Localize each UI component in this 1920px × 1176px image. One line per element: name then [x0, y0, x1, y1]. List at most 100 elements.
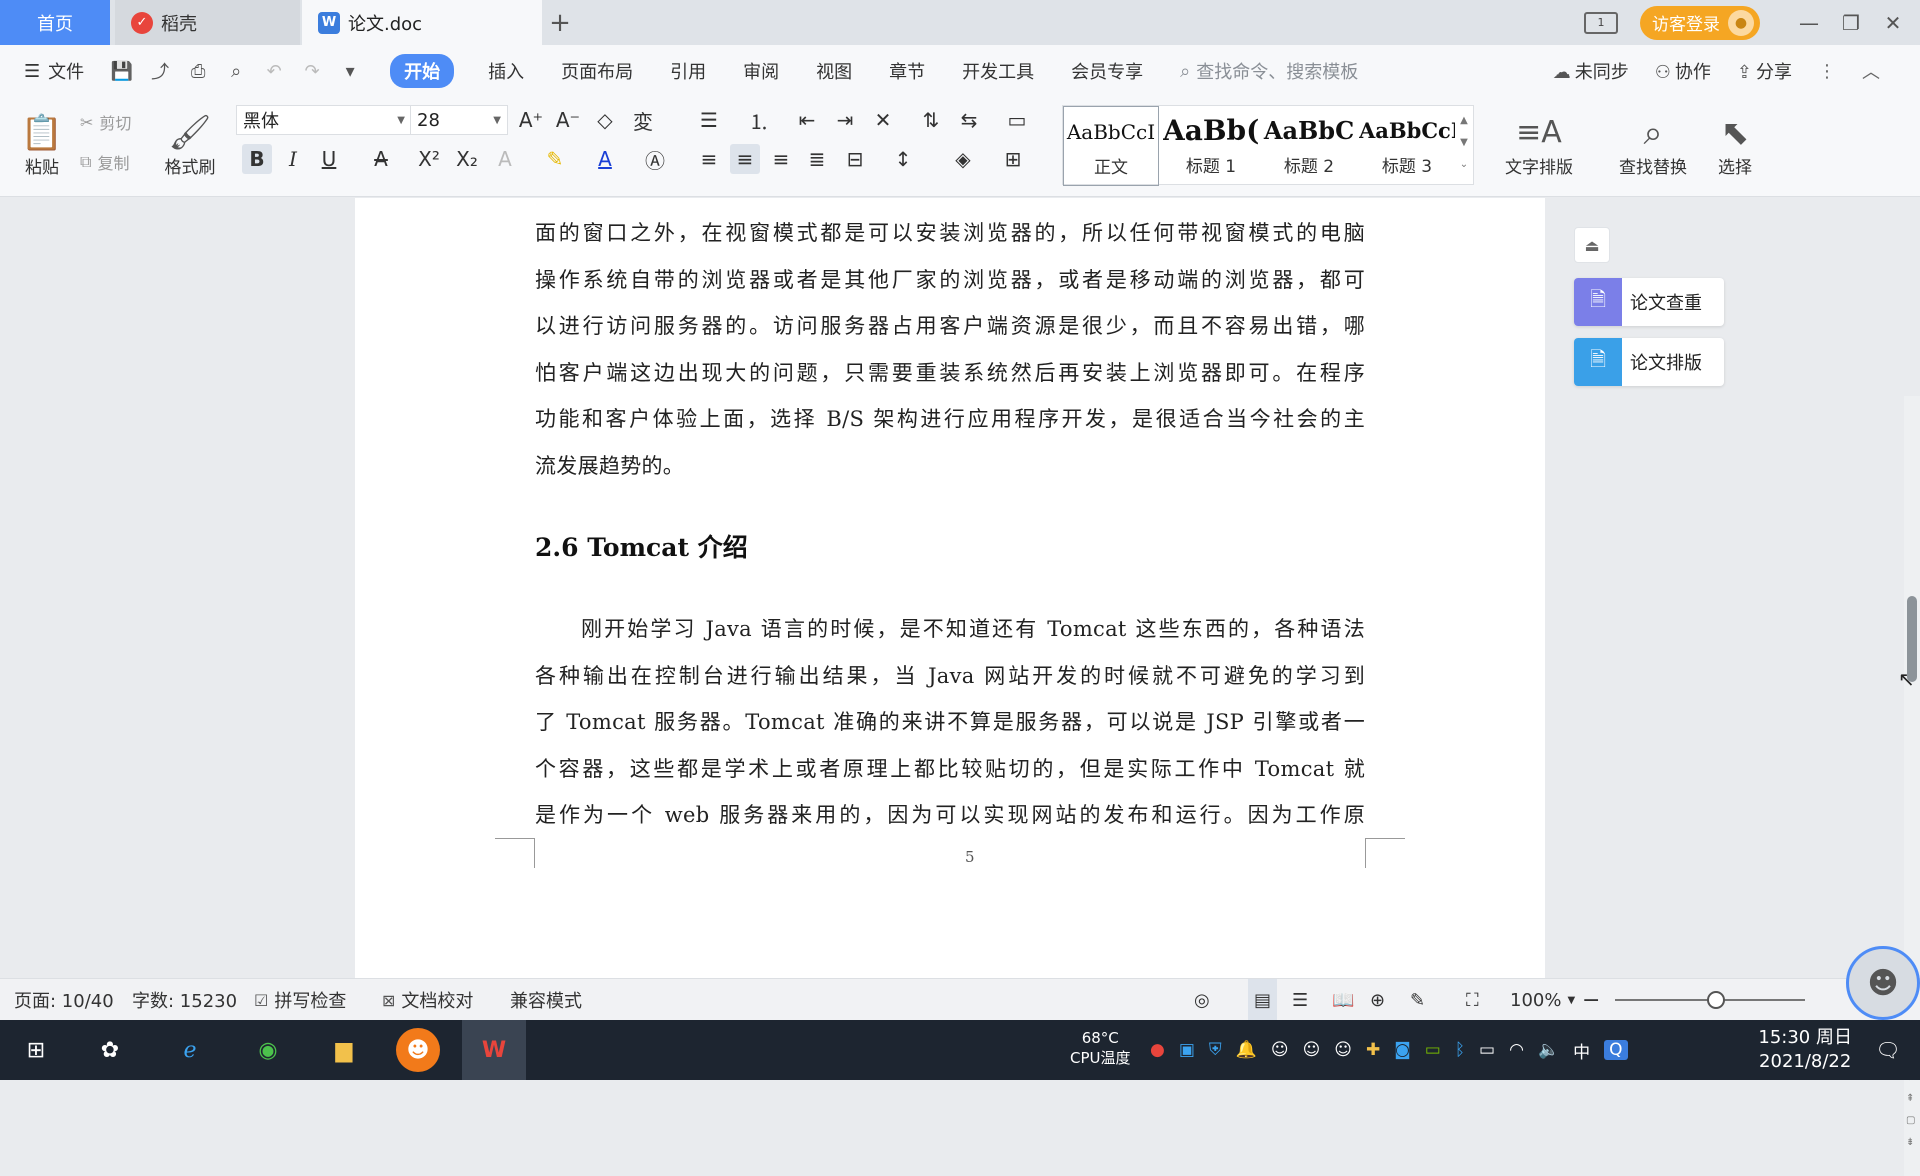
font-color-icon[interactable]: A: [590, 144, 620, 174]
collaborate-button[interactable]: ⚇ 协作: [1655, 58, 1711, 84]
output-icon[interactable]: ⤴: [148, 59, 172, 83]
wps-taskbar-icon[interactable]: W: [462, 1020, 526, 1080]
paper-layout-button[interactable]: 🗎 论文排版: [1574, 338, 1724, 386]
menu-developer[interactable]: 开发工具: [962, 58, 1034, 84]
paste-button[interactable]: 📋 粘贴: [14, 105, 70, 185]
strikethrough-button[interactable]: A: [366, 144, 396, 174]
ruler-icon[interactable]: ▭: [1002, 105, 1032, 135]
tab-daoke[interactable]: ✓ 稻壳: [115, 0, 300, 45]
reading-view-icon[interactable]: 📖: [1332, 979, 1354, 1021]
eye-protect-icon[interactable]: ◎: [1194, 979, 1210, 1021]
menu-member[interactable]: 会员专享: [1071, 58, 1143, 84]
tab-home[interactable]: 首页: [0, 0, 110, 45]
style-heading-1[interactable]: AaBb( 标题 1: [1163, 106, 1259, 186]
media-app-icon[interactable]: ☻: [396, 1028, 440, 1072]
align-left-icon[interactable]: ≡: [694, 144, 724, 174]
tray-app-icon[interactable]: ◙: [1394, 1040, 1411, 1060]
find-replace-button[interactable]: ⌕ 查找替换: [1608, 105, 1698, 185]
align-center-icon[interactable]: ≡: [730, 144, 760, 174]
redo-icon[interactable]: ↷: [300, 59, 324, 83]
sync-button[interactable]: ☁ 未同步: [1553, 58, 1629, 84]
cut-button[interactable]: ✂ 剪切: [80, 109, 131, 135]
align-right-icon[interactable]: ≡: [766, 144, 796, 174]
decrease-indent-icon[interactable]: ⇤: [792, 105, 822, 135]
style-heading-3[interactable]: AaBbCcI 标题 3: [1359, 106, 1455, 186]
command-search[interactable]: ⌕ 查找命令、搜索模板: [1180, 58, 1358, 84]
grow-font-icon[interactable]: A⁺: [516, 105, 546, 135]
page-view-icon[interactable]: ▤: [1248, 979, 1278, 1021]
minimize-icon[interactable]: —: [1788, 11, 1830, 35]
char-border-icon[interactable]: Ⓐ: [640, 144, 670, 174]
zoom-slider-knob[interactable]: [1707, 991, 1725, 1009]
format-painter-button[interactable]: 🖌 格式刷: [160, 105, 220, 185]
tray-app-icon[interactable]: ●: [1150, 1040, 1165, 1060]
menu-insert[interactable]: 插入: [488, 58, 524, 84]
style-scroll-icon[interactable]: ▲ ▼ ⌄: [1457, 110, 1471, 176]
borders-icon[interactable]: ⊞: [998, 144, 1028, 174]
show-marks-icon[interactable]: ⇆: [954, 105, 984, 135]
battery-icon[interactable]: ▭: [1479, 1040, 1495, 1060]
shrink-font-icon[interactable]: A⁻: [553, 105, 583, 135]
tab-document[interactable]: W 论文.doc: [302, 0, 542, 45]
page-indicator[interactable]: 页面: 10/40: [14, 979, 114, 1021]
text-effect-icon[interactable]: A: [490, 144, 520, 174]
collapse-ribbon-icon[interactable]: ︿: [1862, 58, 1880, 84]
section-heading[interactable]: 2.6 Tomcat 介绍: [535, 528, 748, 564]
customize-icon[interactable]: ▾: [338, 59, 362, 83]
close-icon[interactable]: ✕: [1872, 11, 1914, 35]
select-button[interactable]: ⬉ 选择: [1700, 105, 1770, 185]
fit-page-icon[interactable]: ⛶: [1466, 979, 1479, 1021]
ime-app-icon[interactable]: Q: [1604, 1040, 1628, 1060]
underline-button[interactable]: U: [314, 144, 344, 174]
document-page[interactable]: 面的窗口之外，在视窗模式都是可以安装浏览器的，所以任何带视窗模式的电脑 操作系统…: [355, 198, 1545, 978]
subscript-button[interactable]: X₂: [452, 144, 482, 174]
spell-check-button[interactable]: ☑ 拼写检查: [254, 979, 346, 1021]
tray-network-icon[interactable]: ▣: [1179, 1040, 1195, 1060]
menu-review[interactable]: 审阅: [743, 58, 779, 84]
zoom-out-button[interactable]: −: [1582, 979, 1600, 1021]
ie-browser-icon[interactable]: ℯ: [168, 1028, 212, 1072]
distributed-icon[interactable]: ⊟: [840, 144, 870, 174]
write-mode-icon[interactable]: ✎: [1410, 979, 1425, 1021]
bell-icon[interactable]: 🔔: [1236, 1040, 1257, 1060]
assistant-avatar-icon[interactable]: ☻: [1846, 946, 1920, 1020]
file-explorer-icon[interactable]: ▆: [322, 1028, 366, 1072]
chinese-layout-icon[interactable]: ✕: [868, 105, 898, 135]
system-clock[interactable]: 15:30 周日 2021/8/22: [1758, 1026, 1852, 1074]
paper-check-button[interactable]: 🗎 论文查重: [1574, 278, 1724, 326]
more-icon[interactable]: ⋮: [1818, 61, 1836, 82]
restore-icon[interactable]: ❐: [1830, 11, 1872, 35]
outline-view-icon[interactable]: ☰: [1292, 979, 1308, 1021]
shading-icon[interactable]: ◈: [948, 144, 978, 174]
print-preview-icon[interactable]: ⌕: [224, 59, 248, 83]
browser-360-icon[interactable]: ◉: [246, 1028, 290, 1072]
sort-icon[interactable]: ⇅: [916, 105, 946, 135]
gpu-icon[interactable]: ▭: [1425, 1040, 1441, 1060]
word-count[interactable]: 字数: 15230: [132, 979, 237, 1021]
new-tab-button[interactable]: +: [545, 0, 575, 45]
web-view-icon[interactable]: ⊕: [1370, 979, 1385, 1021]
qq-icon[interactable]: ☺: [1334, 1040, 1352, 1060]
zoom-select[interactable]: 100% ▼: [1510, 979, 1575, 1021]
clear-format-icon[interactable]: ◇: [590, 105, 620, 135]
font-size-select[interactable]: 28 ▼: [410, 105, 508, 135]
style-heading-2[interactable]: AaBbC 标题 2: [1261, 106, 1357, 186]
windows-start-icon[interactable]: ⊞: [14, 1028, 58, 1072]
file-menu[interactable]: ☰ 文件: [24, 58, 84, 84]
save-icon[interactable]: 💾: [110, 59, 134, 83]
superscript-button[interactable]: X²: [414, 144, 444, 174]
text-layout-button[interactable]: ≡A 文字排版: [1494, 105, 1584, 185]
paragraph-bs-architecture[interactable]: 面的窗口之外，在视窗模式都是可以安装浏览器的，所以任何带视窗模式的电脑 操作系统…: [535, 210, 1365, 490]
guest-login-button[interactable]: 访客登录 ●: [1640, 5, 1760, 40]
app-pinwheel-icon[interactable]: ✿: [88, 1028, 132, 1072]
tray-plus-icon[interactable]: ✚: [1366, 1040, 1380, 1060]
wifi-icon[interactable]: ◠: [1509, 1040, 1524, 1060]
font-family-select[interactable]: 黑体 ▼: [236, 105, 412, 135]
menu-start[interactable]: 开始: [390, 54, 455, 88]
shield-icon[interactable]: ⛨: [1209, 1040, 1222, 1060]
notification-center-icon[interactable]: 🗨: [1866, 1028, 1910, 1072]
collapse-panel-icon[interactable]: ⏏: [1574, 227, 1610, 263]
italic-button[interactable]: I: [278, 144, 308, 174]
menu-page-layout[interactable]: 页面布局: [561, 58, 633, 84]
menu-view[interactable]: 视图: [816, 58, 852, 84]
